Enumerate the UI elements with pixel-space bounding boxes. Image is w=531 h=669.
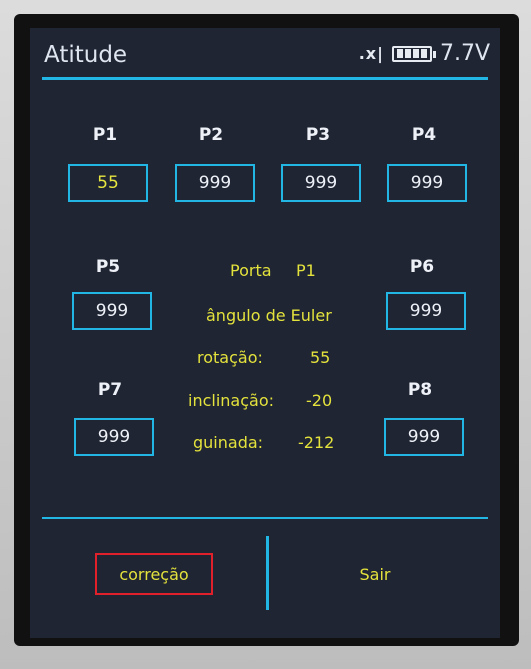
signal-icon: .x| [358, 44, 384, 63]
roll-value: 55 [310, 348, 331, 367]
pitch-value: -20 [306, 391, 333, 410]
page-title: Atitude [44, 42, 128, 68]
header-divider [42, 77, 488, 80]
battery-bar [396, 49, 403, 58]
port-label-p4: P4 [411, 125, 437, 145]
port-value-p1[interactable]: 55 [68, 164, 148, 202]
yaw-label: guinada: [193, 433, 264, 452]
port-label-p5: P5 [95, 257, 121, 277]
port-label-p7: P7 [97, 380, 123, 400]
status-bar: .x| 7.7V [359, 41, 490, 66]
port-label-p6: P6 [409, 257, 435, 277]
port-prefix-label: Porta [230, 261, 272, 280]
battery-bar [412, 49, 419, 58]
screen: Atitude .x| 7.7V P1 P2 P3 P4 55 999 999 … [30, 28, 500, 638]
port-value-p4[interactable]: 999 [387, 164, 467, 202]
port-value-p2[interactable]: 999 [175, 164, 255, 202]
euler-angle-heading: ângulo de Euler [206, 306, 332, 325]
battery-bar [404, 49, 411, 58]
port-value-p8[interactable]: 999 [384, 418, 464, 456]
port-label-p8: P8 [407, 380, 433, 400]
selected-port-name: P1 [296, 261, 316, 280]
battery-bar [420, 49, 427, 58]
pitch-label: inclinação: [188, 391, 274, 410]
port-label-p1: P1 [92, 125, 118, 145]
footer-vertical-divider [266, 536, 269, 610]
port-label-p3: P3 [305, 125, 331, 145]
footer-divider [42, 517, 488, 519]
exit-button[interactable]: Sair [320, 553, 430, 595]
port-value-p5[interactable]: 999 [72, 292, 152, 330]
device-frame: Atitude .x| 7.7V P1 P2 P3 P4 55 999 999 … [0, 0, 531, 669]
voltage-readout: 7.7V [439, 41, 490, 66]
yaw-value: -212 [298, 433, 335, 452]
port-label-p2: P2 [198, 125, 224, 145]
port-value-p3[interactable]: 999 [281, 164, 361, 202]
correction-button[interactable]: correção [95, 553, 213, 595]
roll-label: rotação: [197, 348, 263, 367]
port-value-p6[interactable]: 999 [386, 292, 466, 330]
battery-icon [391, 45, 436, 62]
port-value-p7[interactable]: 999 [74, 418, 154, 456]
